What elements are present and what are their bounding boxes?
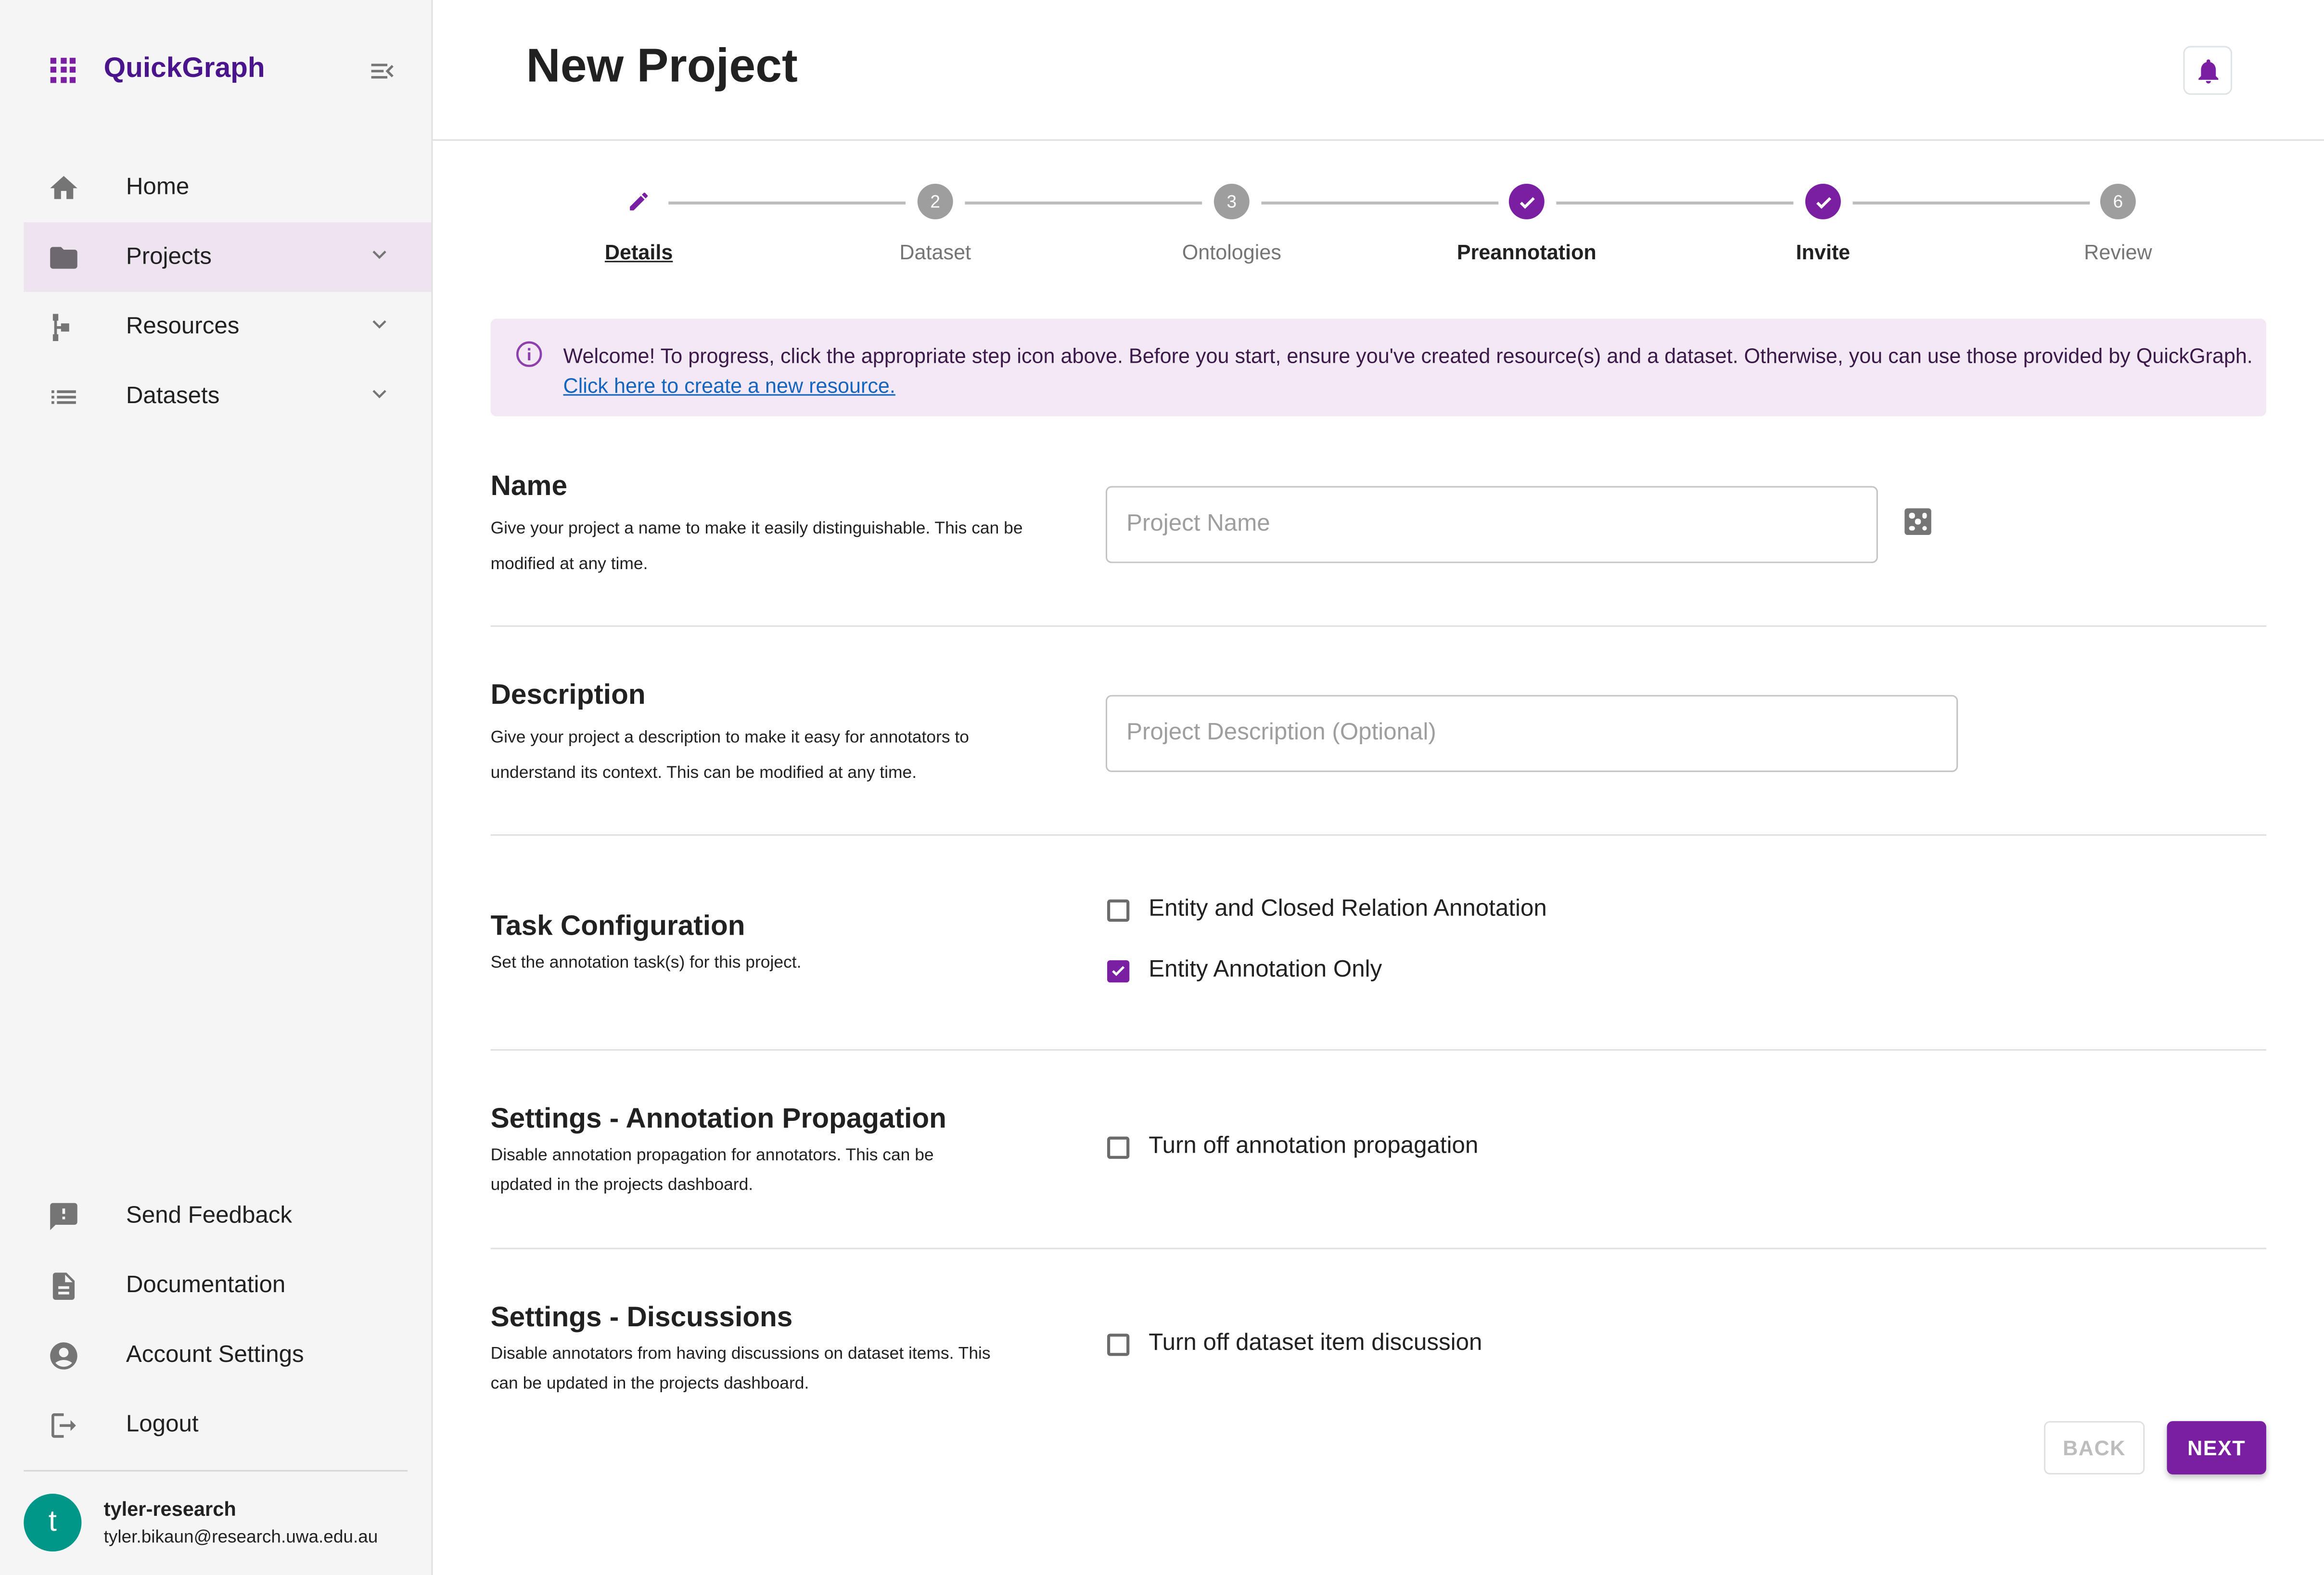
account-circle-icon: [46, 1337, 81, 1373]
edit-icon: [621, 184, 657, 219]
section-description: Disable annotators from having discussio…: [490, 1346, 991, 1393]
create-resource-link[interactable]: Click here to create a new resource.: [563, 373, 895, 397]
checkbox[interactable]: [1107, 899, 1130, 921]
step-label: Preannotation: [1456, 240, 1596, 264]
next-button[interactable]: NEXT: [2167, 1421, 2266, 1474]
step-review[interactable]: 6 Review: [1970, 183, 2266, 264]
user-profile[interactable]: t tyler-research tyler.bikaun@research.u…: [24, 1494, 378, 1552]
logout-icon: [46, 1407, 81, 1443]
sidebar-nav: Home Projects Resources Datasets: [24, 152, 432, 432]
menu-open-icon: [371, 64, 394, 79]
step-details[interactable]: Details: [491, 184, 787, 264]
checkbox[interactable]: [1107, 1136, 1130, 1158]
alert-message: Welcome! To progress, click the appropri…: [563, 341, 2253, 400]
section-divider: [490, 1247, 2266, 1249]
sidebar-bottom-nav: Send Feedback Documentation Account Sett…: [24, 1181, 431, 1460]
step-label: Invite: [1796, 240, 1851, 264]
discussion-toggle[interactable]: Turn off dataset item discussion: [1107, 1331, 1482, 1357]
dice-icon[interactable]: [1904, 508, 1931, 535]
check-icon: [1805, 183, 1841, 219]
sidebar-item-label: Projects: [126, 243, 212, 269]
checkbox[interactable]: [1107, 1333, 1130, 1356]
sidebar-item-label: Datasets: [126, 383, 220, 408]
notifications-button[interactable]: [2183, 46, 2233, 95]
sidebar-item-label: Resources: [126, 313, 240, 339]
section-divider: [490, 625, 2266, 627]
section-description: Disable annotation propagation for annot…: [490, 1147, 934, 1194]
section-divider: [490, 834, 2266, 836]
step-number: 3: [1213, 183, 1250, 219]
avatar: t: [24, 1494, 82, 1552]
page-title: New Project: [526, 38, 798, 92]
page-header: New Project: [433, 0, 2324, 141]
project-description-input[interactable]: [1105, 695, 1958, 772]
project-name-input[interactable]: [1105, 486, 1878, 563]
apps-icon: [50, 57, 76, 82]
task-option-entity-only[interactable]: Entity Annotation Only: [1107, 957, 1382, 984]
step-ontologies[interactable]: 3 Ontologies: [1084, 183, 1380, 264]
step-number: 2: [917, 183, 953, 219]
sidebar-item-resources[interactable]: Resources: [24, 292, 431, 362]
alert-message-text: Welcome! To progress, click the appropri…: [563, 343, 2253, 368]
collapse-sidebar-button[interactable]: [368, 56, 400, 86]
stepper: Details 2 Dataset 3 Ontologies Preannota…: [491, 183, 2266, 273]
bell-icon: [2197, 58, 2218, 83]
user-info: tyler-research tyler.bikaun@research.uwa…: [104, 1498, 378, 1547]
info-icon: [516, 341, 542, 367]
account-tree-icon: [46, 309, 81, 344]
list-icon: [46, 379, 81, 414]
sidebar-item-label: Documentation: [126, 1272, 286, 1297]
sidebar-item-home[interactable]: Home: [24, 152, 431, 222]
sidebar-item-label: Logout: [126, 1411, 199, 1437]
check-icon: [1112, 966, 1125, 976]
sidebar-item-documentation[interactable]: Documentation: [24, 1251, 431, 1321]
chevron-down-icon[interactable]: [369, 384, 390, 405]
checkbox-label: Entity Annotation Only: [1149, 957, 1382, 983]
article-icon: [46, 1268, 81, 1303]
checkbox-label: Entity and Closed Relation Annotation: [1149, 896, 1547, 922]
step-label: Ontologies: [1182, 240, 1281, 264]
step-preannotation[interactable]: Preannotation: [1379, 183, 1675, 264]
propagation-toggle[interactable]: Turn off annotation propagation: [1107, 1134, 1478, 1160]
step-number: 6: [2100, 183, 2136, 219]
home-icon: [46, 170, 81, 205]
checkbox-label: Turn off annotation propagation: [1149, 1133, 1479, 1159]
section-divider: [490, 1049, 2266, 1051]
check-icon: [1508, 183, 1545, 219]
section-description: Give your project a description to make …: [490, 729, 970, 782]
brand[interactable]: QuickGraph: [50, 53, 265, 86]
sidebar-item-logout[interactable]: Logout: [24, 1390, 431, 1460]
section-title: Settings - Annotation Propagation: [490, 1104, 946, 1135]
user-email: tyler.bikaun@research.uwa.edu.au: [103, 1526, 378, 1547]
step-dataset[interactable]: 2 Dataset: [787, 183, 1084, 264]
section-description: Set the annotation task(s) for this proj…: [490, 954, 802, 972]
chevron-down-icon[interactable]: [369, 314, 390, 335]
sidebar-item-send-feedback[interactable]: Send Feedback: [24, 1181, 431, 1251]
back-button[interactable]: BACK: [2043, 1421, 2145, 1474]
sidebar-item-label: Home: [126, 174, 190, 200]
sidebar-divider: [24, 1470, 408, 1472]
sidebar-item-label: Account Settings: [126, 1342, 304, 1367]
app-root: QuickGraph Home Projects Resources Datas…: [0, 0, 2324, 1575]
checkbox-label: Turn off dataset item discussion: [1149, 1331, 1482, 1356]
sidebar-item-account-settings[interactable]: Account Settings: [24, 1321, 431, 1390]
main-content: New Project Details 2 Dataset 3 Ontologi…: [433, 0, 2324, 1575]
sidebar-item-datasets[interactable]: Datasets: [24, 362, 431, 432]
app-title: QuickGraph: [103, 53, 265, 85]
chevron-down-icon[interactable]: [369, 244, 390, 265]
sidebar: QuickGraph Home Projects Resources Datas…: [0, 0, 433, 1575]
folder-icon: [46, 239, 81, 275]
user-name: tyler-research: [103, 1498, 236, 1521]
info-alert: Welcome! To progress, click the appropri…: [490, 318, 2266, 417]
step-label: Details: [604, 240, 673, 264]
step-label: Dataset: [899, 240, 971, 264]
feedback-icon: [46, 1198, 81, 1234]
checkbox[interactable]: [1107, 959, 1130, 982]
sidebar-item-label: Send Feedback: [126, 1202, 293, 1228]
step-invite[interactable]: Invite: [1675, 183, 1971, 264]
task-option-entity-relation[interactable]: Entity and Closed Relation Annotation: [1107, 897, 1547, 923]
section-description: Give your project a name to make it easi…: [490, 520, 1023, 573]
sidebar-item-projects[interactable]: Projects: [24, 222, 432, 292]
step-label: Review: [2084, 240, 2152, 264]
